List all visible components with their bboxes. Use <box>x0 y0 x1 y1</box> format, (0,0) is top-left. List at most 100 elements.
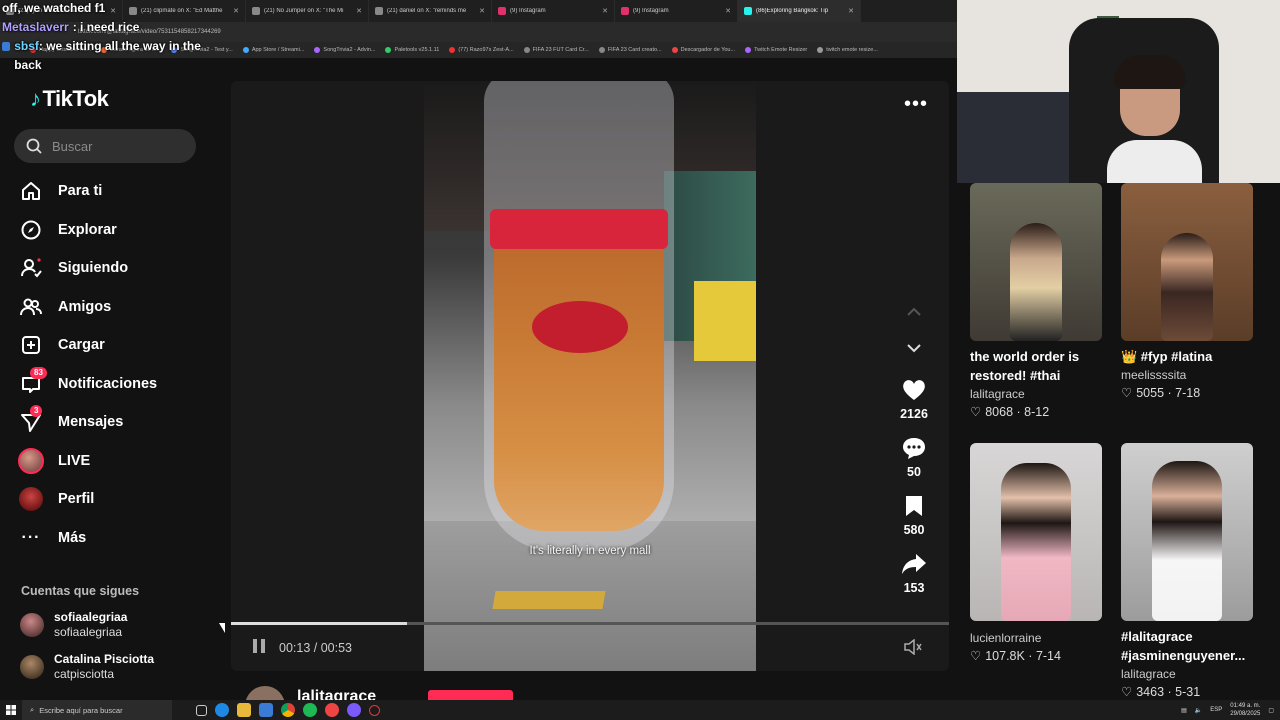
following-account[interactable]: Catalina Pisciotta catpisciotta <box>20 652 210 682</box>
sidebar-item-label: LIVE <box>58 452 91 469</box>
like-button[interactable]: 2126 <box>893 377 935 421</box>
bookmark-item[interactable]: App Store / Streami... <box>242 47 304 53</box>
video-thumbnail[interactable] <box>1121 183 1253 341</box>
bookmark-item[interactable]: FIFA 23 FUT Card Cr... <box>523 47 589 53</box>
search-input[interactable] <box>52 138 182 154</box>
windows-start-icon[interactable] <box>0 700 22 720</box>
chrome-icon[interactable] <box>281 703 295 717</box>
compass-icon <box>18 217 44 243</box>
close-tab-icon[interactable]: ✕ <box>233 7 239 15</box>
more-options-icon[interactable]: ••• <box>904 93 928 116</box>
browser-tab[interactable]: (21) No Jumper on X: "The Mi ✕ <box>246 0 369 22</box>
bookmark-item[interactable]: FIFA 23 Card creato... <box>598 47 662 53</box>
next-video-button[interactable] <box>903 337 925 359</box>
browser-tab[interactable]: (21) daniel on X: "reminds me ✕ <box>369 0 492 22</box>
clock[interactable]: 01:49 a. m. 29/08/2025 <box>1230 702 1260 718</box>
video-card[interactable]: the world order is restored! #thai lalit… <box>970 183 1102 419</box>
previous-video-button[interactable] <box>903 301 925 323</box>
video-thumbnail[interactable] <box>1121 443 1253 621</box>
save-button[interactable]: 580 <box>893 493 935 537</box>
pause-icon[interactable] <box>251 638 267 657</box>
sidebar-item-notificaciones[interactable]: 83 Notificaciones <box>18 365 208 404</box>
clock-time: 01:49 a. m. <box>1230 703 1261 709</box>
file-explorer-icon[interactable] <box>237 703 251 717</box>
sidebar-item-cargar[interactable]: Cargar <box>18 326 208 365</box>
sidebar-item-perfil[interactable]: Perfil <box>18 480 208 519</box>
bookmark-favicon-icon <box>671 47 678 53</box>
video-time: 00:13 / 00:53 <box>279 640 352 655</box>
video-card-stats: ♡ 5055 · 7-18 <box>1121 385 1253 401</box>
volume-icon[interactable] <box>903 638 923 660</box>
share-button[interactable]: 153 <box>893 551 935 595</box>
following-account[interactable]: sofiaalegriaa sofiaalegriaa <box>20 610 210 640</box>
streamer-hair <box>1114 55 1186 89</box>
video-thumbnail[interactable] <box>970 183 1102 341</box>
search-box[interactable] <box>14 129 196 163</box>
search-icon <box>26 138 42 154</box>
video-card-stats: ♡ 8068 · 8-12 <box>970 404 1102 420</box>
close-tab-icon[interactable]: ✕ <box>479 7 485 15</box>
task-view-icon[interactable] <box>196 704 207 716</box>
bookmark-item[interactable]: Twitch Emote Resizer <box>745 47 807 53</box>
bookmark-label: Paletools v25.1.11 <box>394 47 440 53</box>
cup-lid <box>490 209 668 249</box>
sidebar-item-explorar[interactable]: Explorar <box>18 211 208 250</box>
sidebar-item-amigos[interactable]: Amigos <box>18 288 208 327</box>
edge-icon[interactable] <box>215 703 229 717</box>
bookmark-label: SongTrivia2 - Advin... <box>323 47 376 53</box>
bookmark-label: Descargador de You... <box>680 47 736 53</box>
video-card[interactable]: lucienlorraine ♡ 107.8K · 7-14 <box>970 443 1102 663</box>
volume-icon[interactable]: 🔈 <box>1195 707 1202 714</box>
spotify-icon[interactable] <box>303 703 317 717</box>
author-name[interactable]: lalitagrace <box>297 688 376 700</box>
video-player[interactable]: It's literally in every mall ••• 2126 50… <box>231 81 949 671</box>
store-icon[interactable] <box>259 703 273 717</box>
sidebar-item-label: Más <box>58 529 87 546</box>
app-icon[interactable] <box>325 703 339 717</box>
share-count: 153 <box>903 581 925 595</box>
video-thumbnail[interactable] <box>970 443 1102 621</box>
network-icon[interactable]: ▤ <box>1181 707 1187 714</box>
language-indicator[interactable]: ESP <box>1210 707 1222 713</box>
obs-icon[interactable] <box>369 704 380 716</box>
sidebar-item-mas[interactable]: ··· Más <box>18 519 208 558</box>
follow-button[interactable] <box>428 690 513 700</box>
app-icon[interactable] <box>347 703 361 717</box>
sidebar-item-siguiendo[interactable]: Siguiendo <box>18 249 208 288</box>
close-tab-icon[interactable]: ✕ <box>725 7 731 15</box>
bookmark-item[interactable]: Paletools v25.1.11 <box>385 47 439 53</box>
comment-count: 50 <box>907 465 921 479</box>
bookmark-item[interactable]: twitch emote resize... <box>817 47 878 53</box>
profile-icon <box>18 486 44 512</box>
bookmark-item[interactable]: Descargador de You... <box>671 47 736 53</box>
video-progress-bar[interactable] <box>231 622 949 625</box>
tiktok-note-icon: ♪ <box>30 86 41 111</box>
close-tab-icon[interactable]: ✕ <box>602 7 608 15</box>
sidebar-item-live[interactable]: LIVE <box>18 442 208 481</box>
notifications-icon[interactable]: ▢ <box>1268 707 1274 714</box>
progress-fill <box>231 622 407 625</box>
sidebar-item-label: Mensajes <box>58 414 124 431</box>
taskbar-search[interactable]: ⌕ Escribe aquí para buscar <box>22 700 172 720</box>
avatar[interactable] <box>245 686 285 700</box>
comment-button[interactable]: 50 <box>893 435 935 479</box>
streamer-shirt <box>1107 140 1202 183</box>
sidebar-item-para-ti[interactable]: Para ti <box>18 172 208 211</box>
video-card[interactable]: 👑 #fyp #latina meelissssita ♡ 5055 · 7-18 <box>1121 183 1253 400</box>
browser-tab-active[interactable]: (86)Exploring Bangkok: Tip ✕ <box>738 0 861 22</box>
tiktok-logo[interactable]: ♪TikTok <box>30 86 109 112</box>
thumbnail-figure <box>1001 463 1071 621</box>
bookmark-item[interactable]: SongTrivia2 - Advin... <box>314 47 375 53</box>
sidebar-item-label: Cargar <box>58 337 105 354</box>
close-tab-icon[interactable]: ✕ <box>848 7 854 15</box>
bookmark-item[interactable]: (77) Razo97s Zest-A... <box>449 47 514 53</box>
sidebar-item-mensajes[interactable]: 3 Mensajes <box>18 403 208 442</box>
live-icon <box>18 447 44 474</box>
browser-tab[interactable]: (9) Instagram ✕ <box>615 0 738 22</box>
close-tab-icon[interactable]: ✕ <box>356 7 362 15</box>
video-card[interactable]: #lalitagrace #jasminenguyener... lalitag… <box>1121 443 1253 699</box>
bookmark-favicon-icon <box>745 47 752 53</box>
browser-tab[interactable]: (9) Instagram ✕ <box>492 0 615 22</box>
video-frame[interactable]: It's literally in every mall <box>424 81 756 671</box>
chevron-up-icon <box>907 307 921 316</box>
